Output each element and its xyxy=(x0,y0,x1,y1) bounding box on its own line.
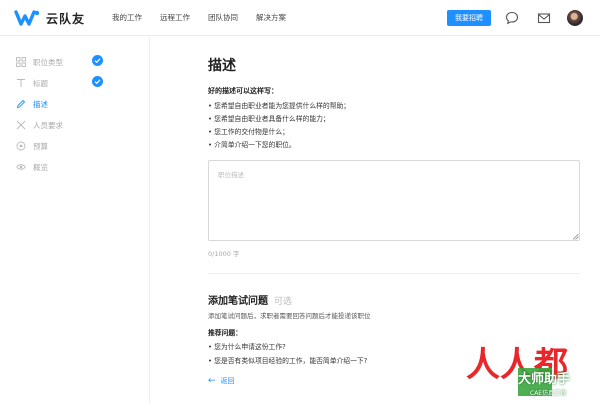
title-icon xyxy=(17,79,25,87)
sidebar-item-job-type[interactable]: 职位类型 xyxy=(16,55,136,69)
watermark: 人人都 大师助手 CAE仿真工程 xyxy=(466,346,600,403)
logo-text: 云队友 xyxy=(46,11,86,26)
section-divider xyxy=(208,273,580,274)
people-icon xyxy=(16,120,26,130)
watermark-subtext: CAE仿真工程 xyxy=(530,390,567,397)
sidebar-item-description[interactable]: 描述 xyxy=(16,97,136,111)
budget-icon xyxy=(16,141,26,151)
nav-remote-work[interactable]: 远程工作 xyxy=(160,12,190,23)
page-title: 描述 xyxy=(208,58,236,74)
sidebar-item-budget[interactable]: 预算 xyxy=(16,139,136,153)
check-icon xyxy=(92,55,103,66)
sidebar-item-label: 预算 xyxy=(33,141,48,151)
grid-icon xyxy=(16,57,26,67)
tip-item: • 介简单介绍一下您的职位。 xyxy=(208,141,296,149)
sidebar-item-title[interactable]: 标题 xyxy=(16,76,136,90)
nav-solutions[interactable]: 解决方案 xyxy=(256,12,286,23)
char-counter: 0/1000 字 xyxy=(208,250,240,258)
sidebar-item-label: 概览 xyxy=(33,162,48,172)
logo-icon xyxy=(14,10,40,26)
section-title-text: 添加笔试问题 xyxy=(208,296,268,307)
nav-team[interactable]: 团队协同 xyxy=(208,12,238,23)
sidebar-item-label: 职位类型 xyxy=(33,57,63,67)
description-textarea[interactable] xyxy=(208,160,580,241)
arrow-left-icon: ← xyxy=(208,376,216,386)
user-avatar[interactable] xyxy=(567,10,583,26)
eye-icon xyxy=(16,164,26,170)
written-test-title: 添加笔试问题 可选 xyxy=(208,292,292,307)
recommended-title: 推荐问题： xyxy=(208,329,242,337)
resize-handle-icon[interactable] xyxy=(572,233,579,240)
section-description: 添加笔试问题后，求职者需要回答问题后才能投递该职位 xyxy=(208,312,371,320)
recommended-question[interactable]: • 您是否有类似项目经验的工作，能否简单介绍一下? xyxy=(208,355,367,365)
back-label: 返回 xyxy=(220,377,235,385)
step-sidebar: 职位类型 标题 描述 人员要求 预算 概览 xyxy=(0,37,150,403)
back-button[interactable]: ← 返回 xyxy=(208,376,235,386)
recommended-question[interactable]: • 您为什么申请这份工作? xyxy=(208,341,286,351)
main-nav: 我的工作 远程工作 团队协同 解决方案 xyxy=(112,12,286,23)
pencil-icon xyxy=(16,99,26,109)
top-header: 云队友 我的工作 远程工作 团队协同 解决方案 我要招聘 xyxy=(0,0,600,36)
watermark-label: 大师助手 xyxy=(518,372,571,387)
tip-item: • 您工作的交付物是什么； xyxy=(208,128,289,136)
check-icon xyxy=(92,76,103,87)
logo[interactable]: 云队友 xyxy=(14,9,85,27)
optional-tag: 可选 xyxy=(274,297,293,307)
mail-icon[interactable] xyxy=(537,11,551,25)
sidebar-item-overview[interactable]: 概览 xyxy=(16,160,136,174)
tips-title: 好的描述可以这样写： xyxy=(208,87,278,95)
sidebar-item-label: 描述 xyxy=(33,99,48,109)
tip-item: • 您希望自由职业者具备什么样的能力； xyxy=(208,115,330,123)
sidebar-item-label: 人员要求 xyxy=(33,120,63,130)
post-job-button[interactable]: 我要招聘 xyxy=(447,10,491,26)
nav-my-work[interactable]: 我的工作 xyxy=(112,12,142,23)
sidebar-item-label: 标题 xyxy=(33,78,48,88)
sidebar-item-requirements[interactable]: 人员要求 xyxy=(16,118,136,132)
chat-icon[interactable] xyxy=(505,11,519,25)
tip-item: • 您希望自由职业者能为您提供什么样的帮助； xyxy=(208,102,351,110)
